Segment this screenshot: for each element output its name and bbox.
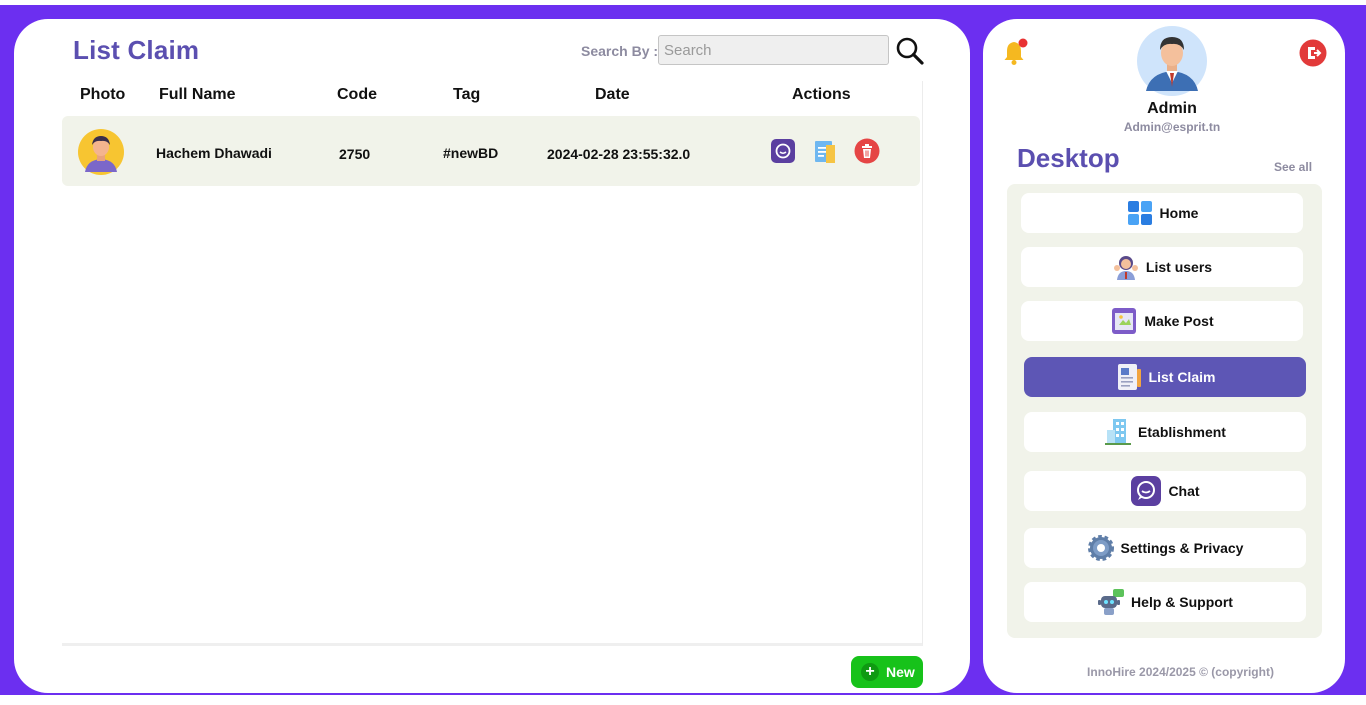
search-input[interactable] (658, 35, 889, 65)
sidebar-item-label: Home (1159, 205, 1199, 221)
admin-name: Admin (1147, 100, 1197, 117)
admin-avatar[interactable] (1136, 25, 1208, 97)
column-header-full-name: Full Name (159, 86, 236, 103)
sidebar-item-help-support[interactable]: Help & Support (1024, 582, 1306, 622)
column-header-date: Date (595, 86, 630, 103)
claim-icon (1115, 363, 1143, 391)
cell-tag: #newBD (443, 145, 499, 161)
see-all-link[interactable]: See all (1274, 160, 1312, 174)
home-grid-icon (1126, 199, 1154, 227)
sidebar-item-make-post[interactable]: Make Post (1021, 301, 1303, 341)
admin-email: Admin@esprit.tn (1123, 120, 1221, 134)
sidebar-item-label: Help & Support (1131, 594, 1233, 610)
sidebar-item-label: List users (1145, 259, 1213, 275)
sidebar-menu: Home List users Make Post List Claim Eta… (1007, 184, 1322, 638)
new-button[interactable]: + New (851, 656, 923, 688)
page-title: List Claim (73, 35, 200, 65)
cell-full-name: Hachem Dhawadi (156, 145, 272, 161)
claims-table: Photo Full Name Code Tag Date Actions Ha… (62, 81, 923, 646)
sidebar-item-label: Make Post (1144, 313, 1214, 329)
edit-note-icon[interactable] (812, 138, 838, 164)
table-row[interactable]: Hachem Dhawadi 2750 #newBD 2024-02-28 23… (62, 116, 920, 186)
main-panel: List Claim Search By : Photo Full Name C… (14, 19, 970, 693)
plus-icon: + (861, 663, 879, 681)
logout-icon[interactable] (1299, 39, 1327, 67)
search-label: Search By : (581, 43, 659, 59)
notification-bell-icon[interactable] (1003, 38, 1029, 66)
sidebar-item-label: Etablishment (1138, 424, 1226, 440)
copyright-footer: InnoHire 2024/2025 © (copyright) (1087, 665, 1274, 679)
building-icon (1104, 418, 1132, 446)
sidebar-item-settings-privacy[interactable]: Settings & Privacy (1024, 528, 1306, 568)
new-button-label: New (886, 664, 915, 680)
sidebar-item-label: List Claim (1148, 369, 1216, 385)
robot-support-icon (1097, 588, 1125, 616)
sidebar-item-label: Settings & Privacy (1120, 540, 1244, 556)
chat-icon (1130, 475, 1162, 507)
cell-code: 2750 (339, 146, 371, 162)
sidebar-item-home[interactable]: Home (1021, 193, 1303, 233)
section-title: Desktop (1017, 143, 1120, 173)
gear-icon (1087, 534, 1115, 562)
trash-icon[interactable] (854, 138, 880, 164)
sidebar-panel: Admin Admin@esprit.tn Desktop See all Ho… (983, 19, 1345, 693)
user-avatar (77, 128, 125, 176)
cell-date: 2024-02-28 23:55:32.0 (547, 146, 691, 162)
column-header-actions: Actions (792, 86, 851, 103)
search-icon[interactable] (894, 35, 926, 67)
column-header-tag: Tag (453, 86, 481, 103)
sidebar-item-label: Chat (1168, 483, 1200, 499)
column-header-photo: Photo (80, 86, 126, 103)
sidebar-item-list-users[interactable]: List users (1021, 247, 1303, 287)
column-header-code: Code (337, 86, 377, 103)
sidebar-item-etablishment[interactable]: Etablishment (1024, 412, 1306, 452)
post-icon (1110, 307, 1138, 335)
users-icon (1112, 253, 1140, 281)
sidebar-item-list-claim[interactable]: List Claim (1024, 357, 1306, 397)
sidebar-item-chat[interactable]: Chat (1024, 471, 1306, 511)
chat-icon[interactable] (770, 138, 796, 164)
